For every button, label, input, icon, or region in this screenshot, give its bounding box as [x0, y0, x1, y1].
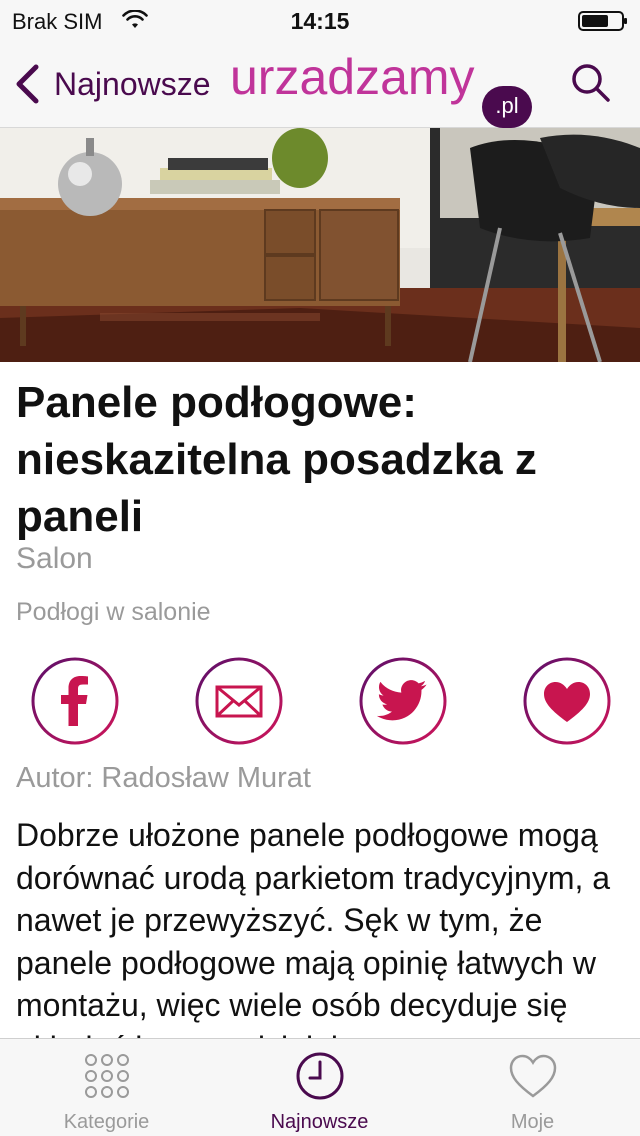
article-hero-image: [0, 128, 640, 362]
back-label: Najnowsze: [54, 65, 211, 102]
logo-suffix: .pl: [482, 86, 532, 128]
article-subcategory[interactable]: Podłogi w salonie: [16, 598, 211, 627]
grid-icon: [85, 1054, 129, 1098]
status-time: 14:15: [290, 8, 350, 34]
twitter-icon: [359, 657, 447, 745]
status-bar: Brak SIM 14:15: [0, 0, 640, 40]
back-button[interactable]: Najnowsze: [14, 62, 211, 106]
tab-bar: Kategorie Najnowsze Moje: [0, 1038, 640, 1136]
article-title: Panele podłogowe: nieskazitelna posadzka…: [16, 378, 537, 541]
nav-bar: Najnowsze urzadzamy .pl: [0, 40, 640, 128]
tab-moje[interactable]: Moje: [426, 1039, 639, 1136]
facebook-icon: [31, 657, 119, 745]
clock-icon: [296, 1052, 344, 1100]
battery-icon: [578, 11, 627, 31]
logo-text: urzadzamy: [230, 49, 475, 105]
article-body: Dobrze ułożone panele podłogowe mogą dor…: [16, 817, 611, 1038]
email-share-button[interactable]: [194, 656, 284, 746]
twitter-share-button[interactable]: [358, 656, 448, 746]
chevron-left-icon: [16, 64, 39, 104]
tab-label: Moje: [510, 1111, 555, 1133]
tab-najnowsze[interactable]: Najnowsze: [213, 1039, 426, 1136]
mail-icon: [195, 657, 283, 745]
tab-kategorie[interactable]: Kategorie: [0, 1039, 213, 1136]
logo: urzadzamy .pl: [230, 48, 540, 128]
heart-outline-icon: [509, 1054, 557, 1098]
favorite-button[interactable]: [522, 656, 612, 746]
search-icon[interactable]: [570, 62, 612, 104]
article-author: Autor: Radosław Murat: [16, 762, 311, 794]
article-category[interactable]: Salon: [16, 542, 93, 576]
tab-label: Najnowsze: [270, 1111, 369, 1133]
tab-label: Kategorie: [63, 1111, 150, 1133]
heart-icon: [523, 657, 611, 745]
facebook-share-button[interactable]: [30, 656, 120, 746]
share-row: [0, 656, 640, 746]
